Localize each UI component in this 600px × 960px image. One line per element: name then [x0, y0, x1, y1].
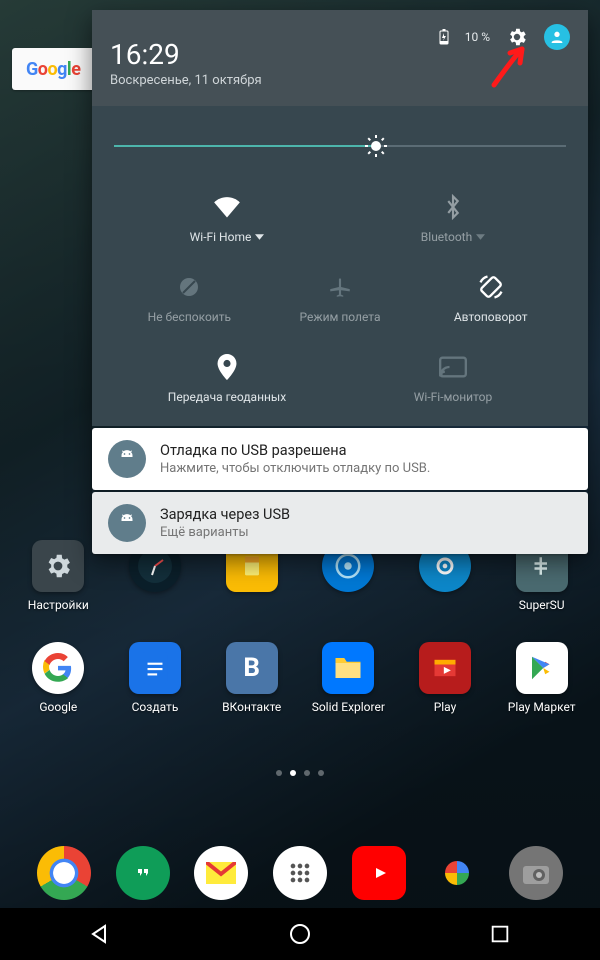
- nav-home-icon[interactable]: [287, 921, 313, 947]
- app-label: ВКонтакте: [222, 700, 281, 714]
- app-label: Solid Explorer: [312, 700, 385, 714]
- app-docs[interactable]: Создать: [107, 642, 204, 714]
- notification-title: Отладка по USB разрешена: [160, 442, 430, 459]
- qs-tile-bluetooth[interactable]: Bluetooth: [340, 192, 566, 244]
- shade-date: Воскресенье, 11 октября: [110, 73, 570, 88]
- brightness-slider[interactable]: [114, 134, 566, 158]
- qs-label: Не беспокоить: [148, 310, 231, 324]
- app-label: Создать: [132, 700, 179, 714]
- qs-tile-dnd[interactable]: Не беспокоить: [114, 272, 265, 324]
- quick-settings-panel: Wi-Fi Home Bluetooth Не беспокоить Режим…: [92, 106, 588, 426]
- app-label: SuperSU: [519, 598, 565, 612]
- cast-icon: [439, 352, 467, 382]
- notification-usb-debugging[interactable]: Отладка по USB разрешена Нажмите, чтобы …: [92, 428, 588, 490]
- notification-message: Нажмите, чтобы отключить отладку по USB.: [160, 461, 430, 476]
- notification-title: Зарядка через USB: [160, 506, 290, 523]
- dock-app-hangouts[interactable]: [116, 846, 170, 900]
- qs-label: Wi-Fi Home: [190, 230, 252, 244]
- nav-recent-icon[interactable]: [487, 921, 513, 947]
- location-icon: [217, 352, 237, 382]
- qs-tile-rotate[interactable]: Автоповорот: [415, 272, 566, 324]
- navigation-bar: [0, 908, 600, 960]
- bluetooth-icon: [444, 192, 462, 222]
- chevron-down-icon: [476, 234, 485, 240]
- page-indicator: [0, 770, 600, 776]
- nav-back-icon[interactable]: [87, 921, 113, 947]
- chevron-down-icon: [255, 234, 264, 240]
- google-logo: Google: [26, 59, 80, 80]
- qs-tile-location[interactable]: Передача геоданных: [114, 352, 340, 404]
- qs-label: Передача геоданных: [168, 390, 286, 404]
- app-label: Google: [39, 700, 77, 714]
- battery-percent: 10 %: [465, 30, 490, 44]
- qs-label: Автоповорот: [454, 310, 528, 324]
- notification-usb-charging[interactable]: Зарядка через USB Ещё варианты: [92, 492, 588, 554]
- dock-app-chrome[interactable]: [37, 846, 91, 900]
- qs-label: Режим полета: [300, 310, 381, 324]
- dock: [0, 846, 600, 900]
- dock-app-gmail[interactable]: [194, 846, 248, 900]
- dock-app-camera[interactable]: [509, 846, 563, 900]
- dock-app-photos[interactable]: [430, 846, 484, 900]
- app-solid-explorer[interactable]: Solid Explorer: [300, 642, 397, 714]
- qs-tile-wifi[interactable]: Wi-Fi Home: [114, 192, 340, 244]
- qs-tile-airplane[interactable]: Режим полета: [265, 272, 416, 324]
- qs-tile-cast[interactable]: Wi-Fi-монитор: [340, 352, 566, 404]
- battery-icon: [439, 29, 449, 45]
- user-avatar-icon[interactable]: [544, 24, 570, 50]
- shade-time: 16:29: [110, 38, 570, 71]
- app-vk[interactable]: BВКонтакте: [203, 642, 300, 714]
- app-play-movies[interactable]: Play: [397, 642, 494, 714]
- dock-app-youtube[interactable]: [352, 846, 406, 900]
- notification-shade: 10 % 16:29 Воскресенье, 11 октября Wi-Fi…: [92, 10, 588, 554]
- app-play-store[interactable]: Play Маркет: [493, 642, 590, 714]
- app-label: Play Маркет: [508, 700, 576, 714]
- app-google[interactable]: Google: [10, 642, 107, 714]
- android-icon: [108, 440, 146, 478]
- airplane-icon: [327, 272, 353, 302]
- notification-message: Ещё варианты: [160, 525, 290, 540]
- app-grid: Настройки SuperSU Google Создать BВКонта…: [0, 540, 600, 714]
- dnd-icon: [177, 272, 201, 302]
- app-label: Настройки: [28, 598, 89, 612]
- rotate-icon: [477, 272, 505, 302]
- wifi-icon: [213, 192, 241, 222]
- android-icon: [108, 504, 146, 542]
- app-label: Play: [434, 700, 457, 714]
- qs-label: Bluetooth: [421, 230, 472, 244]
- brightness-thumb-icon[interactable]: [364, 134, 388, 158]
- shade-header: 10 % 16:29 Воскресенье, 11 октября: [92, 10, 588, 106]
- settings-gear-icon[interactable]: [506, 26, 528, 48]
- qs-label: Wi-Fi-монитор: [414, 390, 492, 404]
- dock-app-drawer[interactable]: [273, 846, 327, 900]
